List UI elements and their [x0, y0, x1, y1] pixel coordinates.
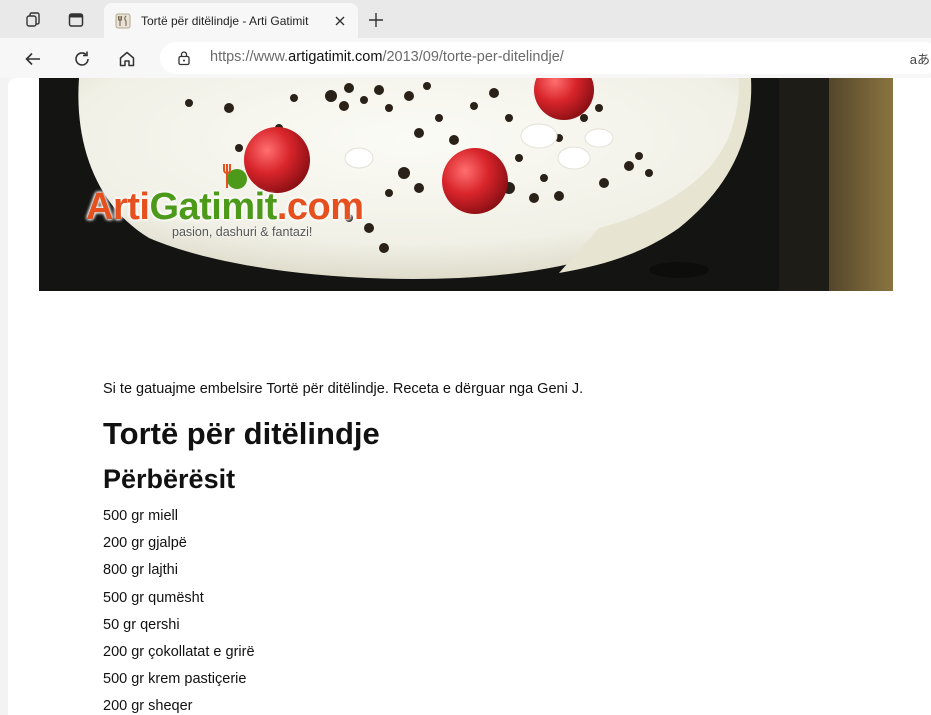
read-aloud-icon[interactable]: aあ [910, 49, 930, 68]
ingredient-item: 200 gr çokollatat e grirë [103, 643, 255, 660]
article-title: Tortë për ditëlindje [103, 416, 380, 451]
address-bar[interactable]: https://www.artigatimit.com/2013/09/tort… [160, 42, 931, 74]
home-icon[interactable] [112, 44, 142, 74]
tab-active[interactable]: Tortë për ditëlindje - Arti Gatimit [104, 3, 358, 38]
browser-toolbar: https://www.artigatimit.com/2013/09/tort… [0, 38, 931, 78]
close-icon[interactable] [330, 11, 350, 31]
url-text[interactable]: https://www.artigatimit.com/2013/09/tort… [210, 49, 564, 65]
ingredients-list: 500 gr miell 200 gr gjalpë 800 gr lajthi… [103, 503, 255, 715]
ingredients-heading: Përbërësit [103, 464, 236, 494]
tab-strip: Tortë për ditëlindje - Arti Gatimit [0, 0, 931, 38]
web-page: ArtiGatimit.com pasion, dashuri & fantaz… [8, 78, 931, 715]
ingredient-item: 500 gr krem pastiçerie [103, 671, 247, 688]
back-arrow-icon[interactable] [18, 44, 48, 74]
tab-title: Tortë për ditëlindje - Arti Gatimit [141, 13, 309, 28]
refresh-icon[interactable] [67, 44, 97, 74]
url-prefix: https://www. [210, 49, 289, 65]
logo-text-arti: Arti [86, 186, 150, 228]
article-intro: Si te gatuajme embelsire Tortë për ditël… [103, 381, 584, 397]
ingredient-item: 200 gr sheqer [103, 698, 193, 715]
fork-knife-icon [114, 12, 132, 30]
logo-text-gatimit: Gatimit [149, 186, 277, 228]
site-logo[interactable]: ArtiGatimit.com [86, 186, 364, 229]
site-tagline: pasion, dashuri & fantazi! [172, 225, 313, 239]
ingredient-item: 500 gr miell [103, 508, 178, 524]
ingredient-item: 800 gr lajthi [103, 562, 178, 579]
lock-icon[interactable] [176, 50, 192, 66]
ingredient-item: 200 gr gjalpë [103, 535, 187, 552]
tab-actions-icon[interactable] [62, 6, 90, 34]
ingredient-item: 50 gr qershi [103, 616, 180, 633]
ingredient-item: 500 gr qumësht [103, 589, 204, 606]
cake-photo [39, 78, 893, 291]
site-banner[interactable]: ArtiGatimit.com pasion, dashuri & fantaz… [39, 78, 893, 291]
url-host: artigatimit.com [288, 49, 383, 65]
new-tab-icon[interactable] [362, 6, 390, 34]
logo-text-com: .com [276, 186, 364, 228]
url-path: /2013/09/torte-per-ditelindje/ [382, 49, 564, 65]
workspaces-icon[interactable] [20, 6, 48, 34]
